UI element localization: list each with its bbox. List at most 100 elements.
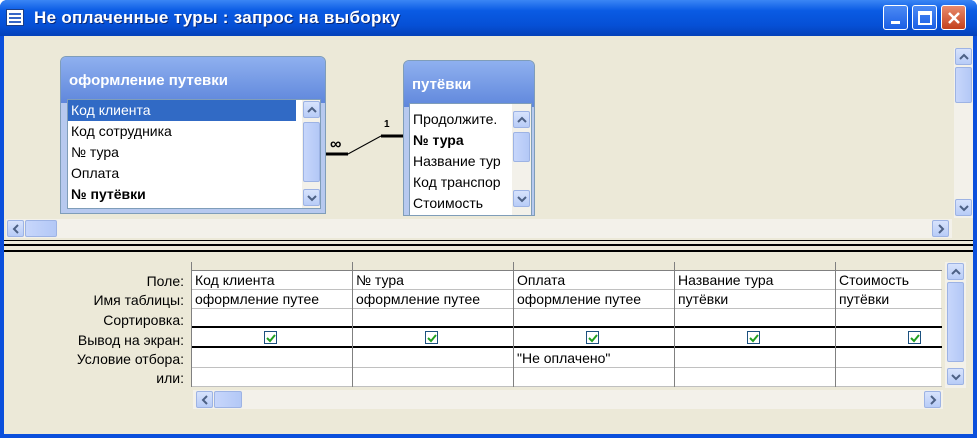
- scroll-right-button[interactable]: [932, 220, 949, 237]
- grid-cell-or[interactable]: [675, 368, 835, 387]
- title-bar[interactable]: Не оплаченные туры : запрос на выборку: [0, 0, 977, 36]
- grid-cell-criteria[interactable]: [836, 349, 942, 368]
- column-selector[interactable]: [836, 262, 942, 271]
- scroll-thumb[interactable]: [214, 391, 242, 408]
- many-label: ∞: [330, 136, 342, 153]
- scroll-thumb[interactable]: [513, 132, 530, 162]
- show-checkbox[interactable]: [908, 331, 921, 344]
- grid-cell-sort[interactable]: [836, 309, 942, 328]
- grid-cell-criteria[interactable]: [192, 349, 352, 368]
- field-list[interactable]: Продолжите. № тура Название тур Код тран…: [409, 103, 532, 215]
- grid-cell-sort[interactable]: [353, 309, 513, 328]
- scroll-thumb[interactable]: [303, 122, 320, 182]
- grid-cell-sort[interactable]: [192, 309, 352, 328]
- grid-cell-show[interactable]: [514, 329, 674, 348]
- grid-cell-or[interactable]: [836, 368, 942, 387]
- grid-cell-show[interactable]: [192, 329, 352, 348]
- grid-cell-field[interactable]: Стоимость: [836, 271, 942, 290]
- scroll-up-button[interactable]: [303, 101, 320, 118]
- row-label-sort: Сортировка:: [103, 312, 184, 328]
- field-item[interactable]: Код сотрудника: [68, 121, 320, 142]
- chevron-right-icon: [930, 395, 937, 405]
- checkmark-icon: [910, 334, 920, 343]
- query-design-grid[interactable]: Код клиента оформление путее № тура офор…: [191, 262, 942, 387]
- show-checkbox[interactable]: [586, 331, 599, 344]
- scroll-thumb[interactable]: [25, 220, 57, 237]
- grid-cell-show[interactable]: [675, 329, 835, 348]
- grid-cell-criteria[interactable]: [675, 349, 835, 368]
- maximize-button[interactable]: [912, 5, 937, 30]
- grid-cell-field[interactable]: Оплата: [514, 271, 674, 290]
- scroll-up-button[interactable]: [513, 111, 530, 128]
- scroll-down-button[interactable]: [955, 199, 972, 216]
- pane-horizontal-scrollbar[interactable]: [6, 219, 952, 238]
- maximize-icon: [918, 11, 932, 25]
- grid-column[interactable]: Код клиента оформление путее: [192, 262, 353, 387]
- field-item[interactable]: № тура: [68, 142, 320, 163]
- column-selector[interactable]: [192, 262, 352, 271]
- grid-column[interactable]: № тура оформление путее: [353, 262, 514, 387]
- grid-column[interactable]: Стоимость путёвки: [836, 262, 942, 387]
- scroll-down-button[interactable]: [947, 368, 964, 385]
- grid-cell-table[interactable]: оформление путее: [192, 290, 352, 309]
- column-selector[interactable]: [514, 262, 674, 271]
- column-selector[interactable]: [353, 262, 513, 271]
- grid-cell-show[interactable]: [353, 329, 513, 348]
- column-selector[interactable]: [675, 262, 835, 271]
- chevron-up-icon: [517, 116, 527, 123]
- vertical-scrollbar[interactable]: [512, 104, 531, 215]
- pane-splitter[interactable]: [4, 240, 973, 252]
- chevron-up-icon: [307, 106, 317, 113]
- chevron-down-icon: [951, 374, 961, 381]
- grid-cell-criteria[interactable]: [353, 349, 513, 368]
- scroll-up-button[interactable]: [955, 48, 972, 65]
- show-checkbox[interactable]: [425, 331, 438, 344]
- grid-cell-table[interactable]: путёвки: [836, 290, 942, 309]
- grid-cell-or[interactable]: [353, 368, 513, 387]
- scroll-left-button[interactable]: [196, 391, 213, 408]
- minimize-button[interactable]: [883, 5, 908, 30]
- field-item[interactable]: № путёвки: [68, 184, 320, 205]
- table-title[interactable]: путёвки: [404, 61, 534, 107]
- show-checkbox[interactable]: [264, 331, 277, 344]
- vertical-scrollbar[interactable]: [302, 100, 320, 208]
- scroll-up-button[interactable]: [947, 263, 964, 280]
- grid-cell-sort[interactable]: [675, 309, 835, 328]
- checkmark-icon: [266, 334, 276, 343]
- minimize-icon: [891, 21, 900, 24]
- grid-horizontal-scrollbar[interactable]: [193, 390, 943, 409]
- grid-cell-show[interactable]: [836, 329, 942, 348]
- table-title[interactable]: оформление путевки: [61, 57, 325, 103]
- field-list[interactable]: Код клиента Код сотрудника № тура Оплата…: [67, 99, 321, 209]
- grid-cell-field[interactable]: Название тура: [675, 271, 835, 290]
- table-oformlenie[interactable]: оформление путевки Код клиента Код сотру…: [60, 56, 326, 214]
- scroll-down-button[interactable]: [513, 190, 530, 207]
- grid-cell-table[interactable]: путёвки: [675, 290, 835, 309]
- grid-vertical-scrollbar[interactable]: [945, 262, 966, 388]
- query-window-icon[interactable]: [6, 9, 24, 26]
- field-item[interactable]: Оплата: [68, 163, 320, 184]
- grid-cell-field[interactable]: Код клиента: [192, 271, 352, 290]
- scroll-left-button[interactable]: [7, 220, 24, 237]
- close-icon: [948, 12, 960, 24]
- scroll-down-button[interactable]: [303, 189, 320, 206]
- scroll-right-button[interactable]: [924, 391, 941, 408]
- grid-cell-or[interactable]: [192, 368, 352, 387]
- grid-column[interactable]: Оплата оформление путее "Не оплачено": [514, 262, 675, 387]
- grid-column[interactable]: Название тура путёвки: [675, 262, 836, 387]
- grid-cell-field[interactable]: № тура: [353, 271, 513, 290]
- show-checkbox[interactable]: [747, 331, 760, 344]
- chevron-up-icon: [951, 268, 961, 275]
- table-putevki[interactable]: путёвки Продолжите. № тура Название тур …: [403, 60, 535, 216]
- field-item[interactable]: Код клиента: [68, 100, 296, 121]
- table-pane[interactable]: оформление путевки Код клиента Код сотру…: [4, 36, 973, 240]
- scroll-thumb[interactable]: [947, 282, 964, 362]
- grid-cell-criteria[interactable]: "Не оплачено": [514, 349, 674, 368]
- pane-vertical-scrollbar[interactable]: [954, 48, 973, 218]
- grid-cell-or[interactable]: [514, 368, 674, 387]
- scroll-thumb[interactable]: [955, 67, 972, 103]
- close-button[interactable]: [941, 5, 966, 30]
- grid-cell-table[interactable]: оформление путее: [514, 290, 674, 309]
- grid-cell-sort[interactable]: [514, 309, 674, 328]
- grid-cell-table[interactable]: оформление путее: [353, 290, 513, 309]
